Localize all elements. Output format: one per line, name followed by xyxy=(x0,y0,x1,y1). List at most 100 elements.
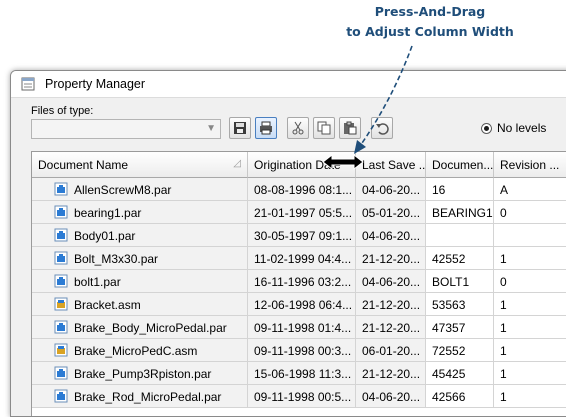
cell-last-save[interactable]: 04-06-20... xyxy=(356,385,426,408)
column-header-revision[interactable]: Revision ... xyxy=(494,152,566,178)
cell-origination-date[interactable]: 09-11-1998 00:3... xyxy=(248,339,356,362)
print-icon xyxy=(260,121,272,135)
cell-revision[interactable]: 1 xyxy=(494,247,566,270)
table-row[interactable]: Brake_Body_MicroPedal.par 09-11-1998 01:4… xyxy=(32,316,566,339)
column-header-document-number[interactable]: Documen... xyxy=(426,152,494,178)
part-file-icon xyxy=(54,320,68,334)
table-row[interactable]: bolt1.par 16-11-1996 03:2... 04-06-20... BO… xyxy=(32,270,566,293)
cell-document-name[interactable]: Bolt_M3x30.par xyxy=(32,247,248,270)
cell-document-name[interactable]: Bracket.asm xyxy=(32,293,248,316)
cell-document-name[interactable]: Brake_MicroPedC.asm xyxy=(32,339,248,362)
cell-text: 05-01-20... xyxy=(362,206,421,220)
undo-button[interactable] xyxy=(371,117,393,139)
cell-document-number[interactable]: 45425 xyxy=(426,362,494,385)
cell-document-name[interactable]: Brake_Pump3Rpiston.par xyxy=(32,362,248,385)
cell-text: 1 xyxy=(500,344,507,358)
cell-revision[interactable]: 1 xyxy=(494,385,566,408)
cell-document-name[interactable]: bolt1.par xyxy=(32,270,248,293)
cell-revision[interactable]: A xyxy=(494,178,566,201)
column-header-last-save[interactable]: Last Save ... xyxy=(356,152,426,178)
cell-last-save[interactable]: 05-01-20... xyxy=(356,201,426,224)
cell-document-number[interactable] xyxy=(426,224,494,247)
print-button[interactable] xyxy=(255,117,277,139)
cell-origination-date[interactable]: 09-11-1998 00:5... xyxy=(248,385,356,408)
table-row[interactable]: Bracket.asm 12-06-1998 06:4... 21-12-20...… xyxy=(32,293,566,316)
copy-button[interactable] xyxy=(313,117,335,139)
cell-document-name[interactable]: Brake_Body_MicroPedal.par xyxy=(32,316,248,339)
no-levels-radio[interactable] xyxy=(481,123,492,134)
cell-origination-date[interactable]: 16-11-1996 03:2... xyxy=(248,270,356,293)
cell-last-save[interactable]: 04-06-20... xyxy=(356,270,426,293)
cell-document-number[interactable]: BEARING1 xyxy=(426,201,494,224)
cell-document-number[interactable]: 42566 xyxy=(426,385,494,408)
cell-document-name[interactable]: Brake_Rod_MicroPedal.par xyxy=(32,385,248,408)
copy-icon xyxy=(317,121,331,135)
cell-document-number[interactable]: 53563 xyxy=(426,293,494,316)
property-manager-window: Property Manager Files of type: ▼ No lev… xyxy=(10,70,566,417)
window-title: Property Manager xyxy=(45,77,146,91)
cell-text: 0 xyxy=(500,206,507,220)
cell-text: Brake_MicroPedC.asm xyxy=(74,344,198,358)
cell-origination-date[interactable]: 30-05-1997 09:1... xyxy=(248,224,356,247)
cell-text: A xyxy=(500,183,509,197)
cell-revision[interactable]: 1 xyxy=(494,362,566,385)
cell-text: 06-01-20... xyxy=(362,344,421,358)
cell-document-number[interactable]: BOLT1 xyxy=(426,270,494,293)
cell-document-number[interactable]: 16 xyxy=(426,178,494,201)
cell-last-save[interactable]: 21-12-20... xyxy=(356,362,426,385)
cell-text: Body01.par xyxy=(74,229,136,243)
assembly-file-icon xyxy=(54,297,68,311)
cell-document-number[interactable]: 42552 xyxy=(426,247,494,270)
files-of-type-dropdown[interactable]: ▼ xyxy=(31,119,221,139)
cell-document-name[interactable]: Body01.par xyxy=(32,224,248,247)
cell-text: 04-06-20... xyxy=(362,390,421,404)
cell-origination-date[interactable]: 09-11-1998 01:4... xyxy=(248,316,356,339)
table-row[interactable]: Bolt_M3x30.par 11-02-1999 04:4... 21-12-20… xyxy=(32,247,566,270)
table-row[interactable]: bearing1.par 21-01-1997 05:5... 05-01-20..… xyxy=(32,201,566,224)
assembly-file-icon xyxy=(54,343,68,357)
table-row[interactable]: Brake_Rod_MicroPedal.par 09-11-1998 00:5.… xyxy=(32,385,566,408)
cell-document-name[interactable]: bearing1.par xyxy=(32,201,248,224)
cell-last-save[interactable]: 21-12-20... xyxy=(356,293,426,316)
cut-button[interactable] xyxy=(287,117,309,139)
cell-last-save[interactable]: 21-12-20... xyxy=(356,316,426,339)
cell-last-save[interactable]: 04-06-20... xyxy=(356,178,426,201)
table-row[interactable]: AllenScrewM8.par 08-08-1996 08:1... 04-06-… xyxy=(32,178,566,201)
cell-revision[interactable]: 1 xyxy=(494,293,566,316)
cell-text: 16 xyxy=(432,183,446,197)
cell-revision[interactable]: 1 xyxy=(494,316,566,339)
cell-text: 0 xyxy=(500,275,507,289)
cell-text: 30-05-1997 09:1... xyxy=(254,229,353,243)
paste-button[interactable] xyxy=(339,117,361,139)
app-icon xyxy=(21,77,35,91)
cell-last-save[interactable]: 04-06-20... xyxy=(356,224,426,247)
cell-last-save[interactable]: 21-12-20... xyxy=(356,247,426,270)
cell-revision[interactable]: 0 xyxy=(494,201,566,224)
column-header-document-name[interactable]: Document Name ◿ xyxy=(32,152,248,178)
table-row[interactable]: Body01.par 30-05-1997 09:1... 04-06-20... xyxy=(32,224,566,247)
column-resize-cursor-icon xyxy=(322,154,364,170)
cell-text: 09-11-1998 00:5... xyxy=(254,390,352,404)
cell-origination-date[interactable]: 08-08-1996 08:1... xyxy=(248,178,356,201)
cell-origination-date[interactable]: 12-06-1998 06:4... xyxy=(248,293,356,316)
cell-document-name[interactable]: AllenScrewM8.par xyxy=(32,178,248,201)
cell-revision[interactable] xyxy=(494,224,566,247)
cell-text: 45425 xyxy=(432,367,466,381)
paste-icon xyxy=(344,121,357,135)
cell-last-save[interactable]: 06-01-20... xyxy=(356,339,426,362)
cell-document-number[interactable]: 72552 xyxy=(426,339,494,362)
cell-revision[interactable]: 0 xyxy=(494,270,566,293)
cell-origination-date[interactable]: 21-01-1997 05:5... xyxy=(248,201,356,224)
cell-text: 11-02-1999 04:4... xyxy=(254,252,352,266)
cell-origination-date[interactable]: 15-06-1998 11:3... xyxy=(248,362,356,385)
title-bar[interactable]: Property Manager xyxy=(11,71,566,98)
table-row[interactable]: Brake_Pump3Rpiston.par 15-06-1998 11:3...… xyxy=(32,362,566,385)
annotation-callout: Press-And-Drag to Adjust Column Width xyxy=(330,2,530,42)
cell-revision[interactable]: 1 xyxy=(494,339,566,362)
save-button[interactable] xyxy=(229,117,251,139)
table-row[interactable]: Brake_MicroPedC.asm 09-11-1998 00:3... 06-… xyxy=(32,339,566,362)
cell-document-number[interactable]: 47357 xyxy=(426,316,494,339)
cell-text: 12-06-1998 06:4... xyxy=(254,298,353,312)
cell-origination-date[interactable]: 11-02-1999 04:4... xyxy=(248,247,356,270)
save-icon xyxy=(234,122,246,134)
